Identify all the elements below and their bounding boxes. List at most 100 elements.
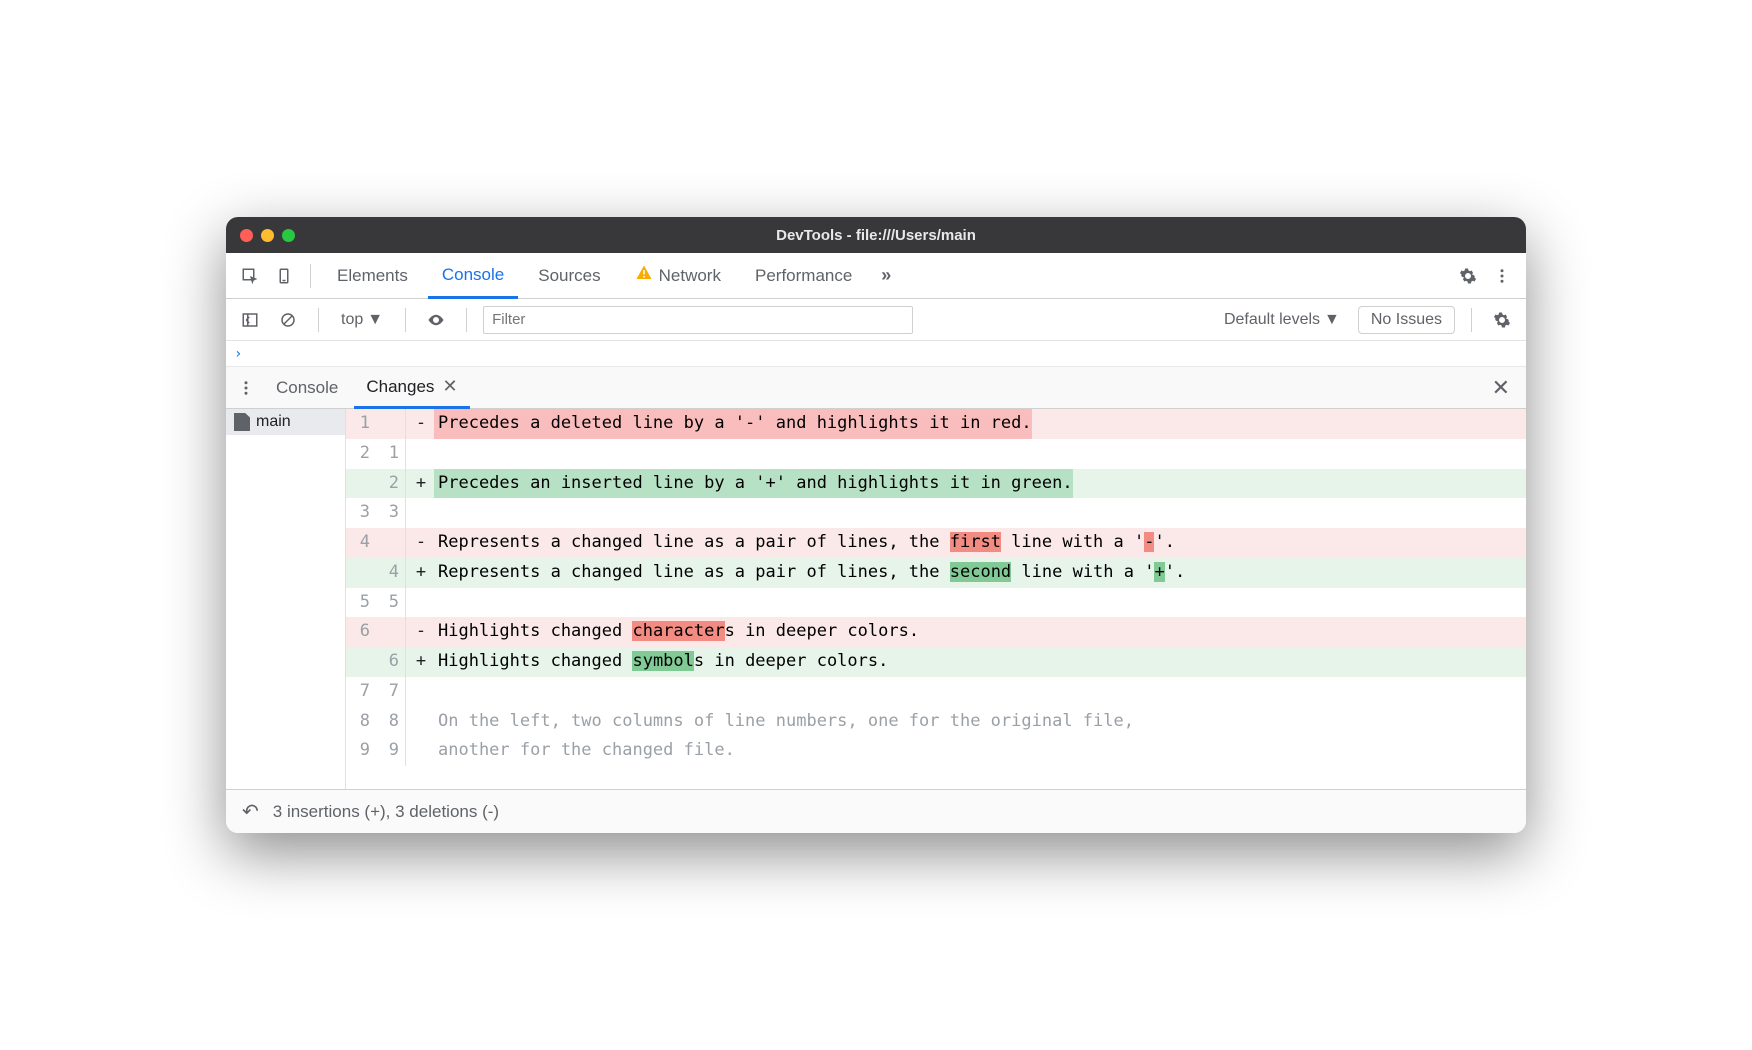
clear-console-icon[interactable] xyxy=(274,306,302,334)
separator xyxy=(310,264,311,288)
drawer-menu-icon[interactable] xyxy=(232,374,260,402)
diff-row: 77 xyxy=(346,677,1526,707)
tab-network-label: Network xyxy=(659,266,721,286)
diff-row: 4 -Represents a changed line as a pair of… xyxy=(346,528,1526,558)
line-number-new: 4 xyxy=(376,558,406,588)
file-tree: main xyxy=(226,409,346,789)
diff-marker: - xyxy=(408,617,434,647)
diff-content: Precedes an inserted line by a '+' and h… xyxy=(434,469,1073,499)
diff-row: 88On the left, two columns of line numbe… xyxy=(346,707,1526,737)
console-settings-icon[interactable] xyxy=(1488,306,1516,334)
diff-content: Highlights changed characters in deeper … xyxy=(434,617,1526,647)
line-number-old xyxy=(346,558,376,588)
diff-row: 6 -Highlights changed characters in deepe… xyxy=(346,617,1526,647)
diff-content: On the left, two columns of line numbers… xyxy=(434,707,1526,737)
log-levels-selector[interactable]: Default levels ▼ xyxy=(1216,311,1348,329)
line-number-old: 3 xyxy=(346,498,376,528)
line-number-new xyxy=(376,617,406,647)
line-number-old: 7 xyxy=(346,677,376,707)
diff-marker xyxy=(408,498,434,528)
diff-row: 33 xyxy=(346,498,1526,528)
diff-marker: - xyxy=(408,528,434,558)
drawer-tab-changes-label: Changes xyxy=(366,377,434,397)
line-number-old xyxy=(346,647,376,677)
file-icon xyxy=(234,413,250,431)
diff-content: Represents a changed line as a pair of l… xyxy=(434,558,1526,588)
inspect-element-icon[interactable] xyxy=(236,262,264,290)
diff-content xyxy=(434,588,1526,618)
diff-marker: + xyxy=(408,558,434,588)
diff-content: Represents a changed line as a pair of l… xyxy=(434,528,1526,558)
diff-row: 2+Precedes an inserted line by a '+' and… xyxy=(346,469,1526,499)
line-number-new xyxy=(376,409,406,439)
filter-input[interactable] xyxy=(483,306,913,334)
drawer-tabs: Console Changes ✕ ✕ xyxy=(226,367,1526,409)
line-number-old: 1 xyxy=(346,409,376,439)
diff-content xyxy=(434,677,1526,707)
diff-marker xyxy=(408,677,434,707)
line-number-new: 2 xyxy=(376,469,406,499)
levels-label: Default levels xyxy=(1224,311,1320,329)
file-name: main xyxy=(256,413,291,431)
drawer-tab-console[interactable]: Console xyxy=(264,367,350,409)
diff-row: 55 xyxy=(346,588,1526,618)
changes-panel: main 1-Precedes a deleted line by a '-' … xyxy=(226,409,1526,789)
file-tree-item[interactable]: main xyxy=(226,409,345,435)
line-number-new: 1 xyxy=(376,439,406,469)
diff-content: another for the changed file. xyxy=(434,736,1526,766)
tab-performance[interactable]: Performance xyxy=(741,253,866,299)
minimize-window-button[interactable] xyxy=(261,229,274,242)
line-number-new: 9 xyxy=(376,736,406,766)
line-number-old: 8 xyxy=(346,707,376,737)
settings-icon[interactable] xyxy=(1454,262,1482,290)
line-number-old: 5 xyxy=(346,588,376,618)
line-number-old: 6 xyxy=(346,617,376,647)
kebab-menu-icon[interactable] xyxy=(1488,262,1516,290)
diff-marker: + xyxy=(408,469,434,499)
separator xyxy=(405,308,406,332)
close-window-button[interactable] xyxy=(240,229,253,242)
diff-content: Precedes a deleted line by a '-' and hig… xyxy=(434,409,1032,439)
line-number-new: 7 xyxy=(376,677,406,707)
diff-row: 1 -Precedes a deleted line by a '-' and h… xyxy=(346,409,1526,439)
line-number-new: 6 xyxy=(376,647,406,677)
diff-content xyxy=(434,498,1526,528)
live-expression-icon[interactable] xyxy=(422,306,450,334)
drawer-tab-changes[interactable]: Changes ✕ xyxy=(354,367,469,409)
fullscreen-window-button[interactable] xyxy=(282,229,295,242)
warning-icon xyxy=(635,264,653,287)
diff-row: 99another for the changed file. xyxy=(346,736,1526,766)
more-tabs-button[interactable]: » xyxy=(872,262,900,290)
diff-view[interactable]: 1-Precedes a deleted line by a '-' and h… xyxy=(346,409,1526,789)
devtools-window: DevTools - file:///Users/main Elements C… xyxy=(226,217,1526,833)
close-drawer-icon[interactable]: ✕ xyxy=(1492,375,1520,401)
separator xyxy=(466,308,467,332)
console-sidebar-toggle-icon[interactable] xyxy=(236,306,264,334)
execution-context-selector[interactable]: top ▼ xyxy=(335,309,389,331)
line-number-new xyxy=(376,528,406,558)
titlebar: DevTools - file:///Users/main xyxy=(226,217,1526,253)
line-number-new: 5 xyxy=(376,588,406,618)
diff-marker: - xyxy=(408,409,434,439)
diff-content xyxy=(434,439,1526,469)
line-number-old xyxy=(346,469,376,499)
diff-marker xyxy=(408,736,434,766)
tab-sources[interactable]: Sources xyxy=(524,253,614,299)
tab-console[interactable]: Console xyxy=(428,253,518,299)
diff-marker xyxy=(408,439,434,469)
traffic-lights xyxy=(226,229,295,242)
line-number-old: 4 xyxy=(346,528,376,558)
tab-elements[interactable]: Elements xyxy=(323,253,422,299)
console-prompt[interactable]: › xyxy=(226,341,1526,367)
window-title: DevTools - file:///Users/main xyxy=(226,227,1526,244)
main-toolbar: Elements Console Sources Network Perform… xyxy=(226,253,1526,299)
line-number-new: 3 xyxy=(376,498,406,528)
diff-row: 6+Highlights changed symbols in deeper c… xyxy=(346,647,1526,677)
revert-icon[interactable]: ↶ xyxy=(242,799,259,824)
close-tab-icon[interactable]: ✕ xyxy=(442,376,457,397)
issues-button[interactable]: No Issues xyxy=(1358,306,1455,334)
tab-network[interactable]: Network xyxy=(621,253,735,299)
separator xyxy=(318,308,319,332)
context-label: top xyxy=(341,311,363,329)
device-toggle-icon[interactable] xyxy=(270,262,298,290)
